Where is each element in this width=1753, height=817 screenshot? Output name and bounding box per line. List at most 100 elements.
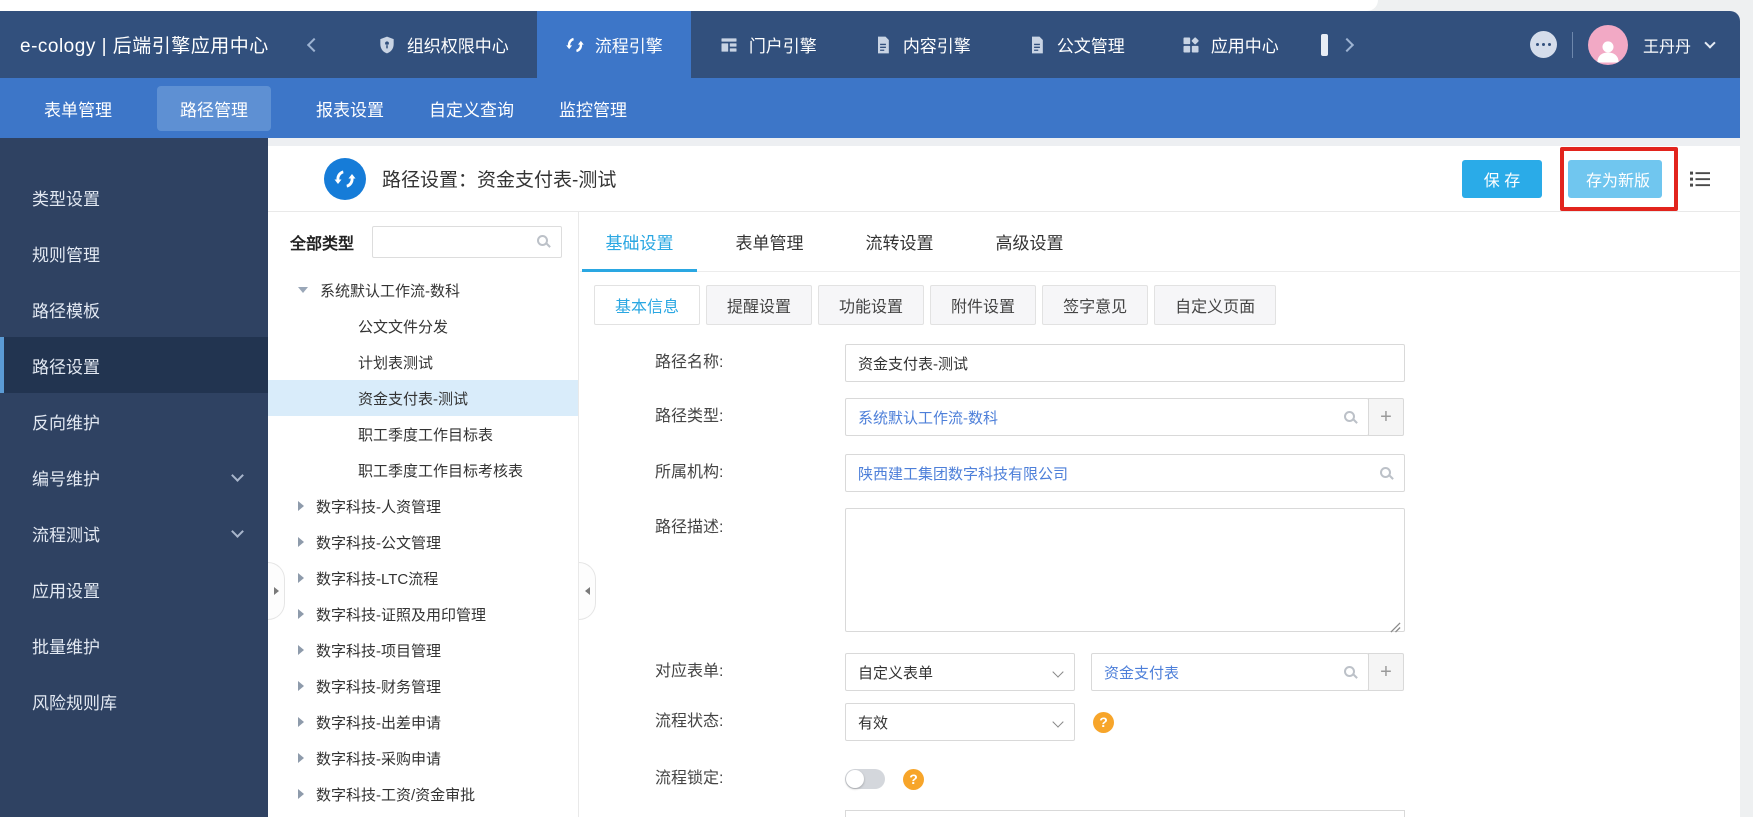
save-button[interactable]: 保 存 xyxy=(1462,160,1542,198)
sidebar-item-number-maintain[interactable]: 编号维护 xyxy=(0,449,268,505)
help-icon[interactable]: ? xyxy=(1093,712,1114,733)
chevron-right-icon xyxy=(1340,37,1354,51)
subnav-item-custom-query[interactable]: 自定义查询 xyxy=(429,96,514,121)
sidebar-item-path-template[interactable]: 路径模板 xyxy=(0,281,268,337)
subnav-item-report-settings[interactable]: 报表设置 xyxy=(316,96,384,121)
tree-node[interactable]: 数字科技-财务管理 xyxy=(268,668,578,704)
tab-basic-settings[interactable]: 基础设置 xyxy=(582,212,697,271)
field-label: 对应表单: xyxy=(655,653,723,691)
more-options-button[interactable] xyxy=(1530,31,1557,58)
subtab-attachment-settings[interactable]: 附件设置 xyxy=(930,285,1036,325)
tree-node[interactable]: 数字科技-出差申请 xyxy=(268,704,578,740)
subnav-item-path-mgmt[interactable]: 路径管理 xyxy=(157,86,271,131)
search-icon[interactable] xyxy=(1344,411,1355,422)
tree-node[interactable]: 数字科技-公文管理 xyxy=(268,524,578,560)
workflow-icon xyxy=(565,35,585,55)
nav-item-workflow-engine[interactable]: 流程引擎 xyxy=(537,11,691,78)
triangle-collapsed-icon[interactable] xyxy=(298,573,304,583)
chevron-left-icon xyxy=(307,37,321,51)
description-textarea[interactable] xyxy=(845,508,1405,632)
list-menu-icon[interactable] xyxy=(1688,167,1712,191)
topbar-right: 王丹丹 xyxy=(1530,11,1740,78)
subtab-reminder-settings[interactable]: 提醒设置 xyxy=(706,285,812,325)
triangle-collapsed-icon[interactable] xyxy=(298,717,304,727)
chevron-down-icon xyxy=(1052,666,1063,677)
path-type-input[interactable] xyxy=(845,398,1369,436)
subnav-item-form-mgmt[interactable]: 表单管理 xyxy=(44,96,112,121)
sidebar-item-app-settings[interactable]: 应用设置 xyxy=(0,561,268,617)
tree-collapse-handle[interactable] xyxy=(579,562,596,620)
tree-node[interactable]: 数字科技-采购申请 xyxy=(268,740,578,776)
triangle-collapsed-icon[interactable] xyxy=(298,789,304,799)
nav-item-org-permission-center[interactable]: 组织权限中心 xyxy=(349,11,537,78)
sidebar-collapse-handle[interactable] xyxy=(268,562,285,620)
tree-node[interactable]: 职工季度工作目标表 xyxy=(268,416,578,452)
triangle-collapsed-icon[interactable] xyxy=(298,753,304,763)
search-icon[interactable] xyxy=(1344,666,1355,677)
tree-node-root[interactable]: 系统默认工作流-数科 xyxy=(268,272,578,308)
user-name[interactable]: 王丹丹 xyxy=(1643,33,1691,57)
triangle-collapsed-icon[interactable] xyxy=(298,501,304,511)
nav-scroll-left-button[interactable] xyxy=(309,11,319,78)
organization-input[interactable] xyxy=(845,454,1405,492)
subtab-custom-page[interactable]: 自定义页面 xyxy=(1154,285,1276,325)
tree-node[interactable]: 数字科技-证照及用印管理 xyxy=(268,596,578,632)
sidebar-item-workflow-test[interactable]: 流程测试 xyxy=(0,505,268,561)
subtab-basic-info[interactable]: 基本信息 xyxy=(594,285,700,325)
page: e-cology | 后端引擎应用中心 组织权限中心 流程引擎 门户引擎 内容引… xyxy=(0,0,1753,817)
resize-handle-icon[interactable] xyxy=(1390,620,1401,631)
tree-node[interactable]: 数字科技-工资/资金审批 xyxy=(268,776,578,812)
form-type-select[interactable]: 自定义表单 xyxy=(845,653,1075,691)
field-label: 路径类型: xyxy=(655,398,723,436)
field-label: 流程状态: xyxy=(655,703,723,741)
browser-tab-shape xyxy=(0,0,1378,11)
avatar[interactable] xyxy=(1588,25,1628,65)
triangle-collapsed-icon[interactable] xyxy=(298,645,304,655)
form-row-path-type: 路径类型: + xyxy=(580,398,1740,436)
subtab-signature-opinion[interactable]: 签字意见 xyxy=(1042,285,1148,325)
sidebar-item-type-settings[interactable]: 类型设置 xyxy=(0,169,268,225)
sidebar-item-risk-rule-lib[interactable]: 风险规则库 xyxy=(0,673,268,729)
tree-search-input[interactable] xyxy=(372,226,562,258)
apps-icon xyxy=(1181,35,1201,55)
subnav-item-monitor-mgmt[interactable]: 监控管理 xyxy=(559,96,627,121)
sidebar-item-reverse-maintain[interactable]: 反向维护 xyxy=(0,393,268,449)
nav-item-official-doc[interactable]: 公文管理 xyxy=(999,11,1153,78)
path-name-input[interactable] xyxy=(845,344,1405,382)
sidebar-item-batch-maintain[interactable]: 批量维护 xyxy=(0,617,268,673)
tree-node[interactable]: 职工季度工作目标考核表 xyxy=(268,452,578,488)
linked-form-input[interactable] xyxy=(1091,653,1369,691)
chevron-down-icon[interactable] xyxy=(1704,37,1715,48)
triangle-collapsed-icon[interactable] xyxy=(298,681,304,691)
tree-node-selected[interactable]: 资金支付表-测试 xyxy=(268,380,578,416)
page-title: 路径设置：资金支付表-测试 xyxy=(382,165,616,192)
tree-node[interactable]: 数字科技-LTC流程 xyxy=(268,560,578,596)
nav-scroll-right-button[interactable] xyxy=(1338,36,1356,54)
nav-item-content-engine[interactable]: 内容引擎 xyxy=(845,11,999,78)
nav-item-app-center[interactable]: 应用中心 xyxy=(1153,11,1307,78)
tab-advanced-settings[interactable]: 高级设置 xyxy=(972,212,1087,271)
portal-icon xyxy=(719,35,739,55)
search-icon[interactable] xyxy=(1380,467,1391,478)
tree-node[interactable]: 数字科技-人资管理 xyxy=(268,488,578,524)
sidebar-item-path-settings[interactable]: 路径设置 xyxy=(0,337,268,393)
triangle-collapsed-icon[interactable] xyxy=(298,609,304,619)
triangle-expanded-icon[interactable] xyxy=(298,287,308,293)
workflow-lock-toggle[interactable] xyxy=(845,769,885,789)
workflow-status-select[interactable]: 有效 xyxy=(845,703,1075,741)
tree-node[interactable]: 计划表测试 xyxy=(268,344,578,380)
add-linked-form-button[interactable]: + xyxy=(1368,653,1404,691)
content-top-gap xyxy=(268,138,1740,146)
tree-filter-label: 全部类型 xyxy=(290,230,354,254)
sidebar-item-rule-mgmt[interactable]: 规则管理 xyxy=(0,225,268,281)
triangle-collapsed-icon[interactable] xyxy=(298,537,304,547)
help-icon[interactable]: ? xyxy=(903,769,924,790)
tree-node[interactable]: 数字科技-项目管理 xyxy=(268,632,578,668)
subtab-function-settings[interactable]: 功能设置 xyxy=(818,285,924,325)
save-as-new-version-button[interactable]: 存为新版 xyxy=(1568,160,1662,198)
tab-form-mgmt[interactable]: 表单管理 xyxy=(712,212,827,271)
add-path-type-button[interactable]: + xyxy=(1368,398,1404,436)
tree-node[interactable]: 公文文件分发 xyxy=(268,308,578,344)
nav-item-portal-engine[interactable]: 门户引擎 xyxy=(691,11,845,78)
tab-flow-settings[interactable]: 流转设置 xyxy=(842,212,957,271)
